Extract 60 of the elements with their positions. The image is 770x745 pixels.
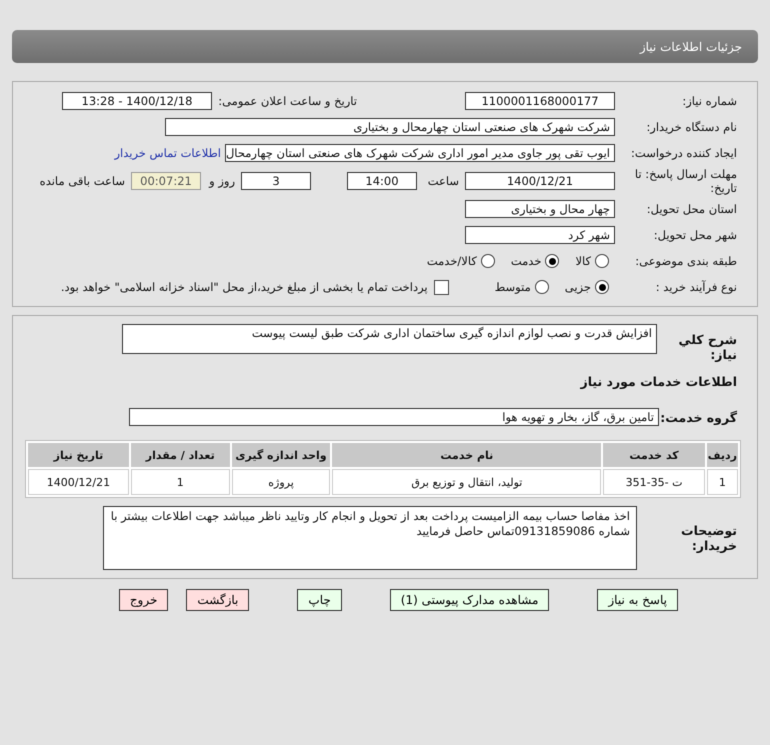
checkbox-label: پرداخت تمام یا بخشی از مبلغ خرید،از محل "اسناد خزانه اسلامی" خواهد بود. — [60, 280, 428, 294]
option-label: کالا/خدمت — [426, 254, 477, 268]
buyer-field: شرکت شهرک های صنعتی استان چهارمحال و بختیاری — [165, 118, 615, 136]
table-cell: 1400/12/21 — [28, 469, 129, 495]
field-label: گروه خدمت: — [659, 410, 738, 424]
table-cell: تولید، انتقال و توزیع برق — [332, 469, 602, 495]
field-label: ایجاد کننده درخواست: — [630, 146, 738, 160]
announce-date-field: 1400/12/18 - 13:28 — [62, 92, 212, 110]
need-number-field: 1100001168000177 — [465, 92, 615, 110]
column-header: کد خدمت — [603, 443, 705, 467]
section-title: اطلاعات خدمات مورد نیاز — [580, 374, 738, 388]
field-label: نوع فرآیند خرید : — [654, 280, 738, 294]
description-field: افزایش قدرت و نصب لوازم اندازه گیری ساختمان اداری شرکت طبق لیست پیوست — [122, 324, 657, 354]
field-label: روز و — [208, 174, 236, 188]
deadline-date-field: 1400/12/21 — [465, 172, 615, 190]
radio-button[interactable] — [534, 280, 549, 294]
action-button[interactable]: خروج — [118, 589, 168, 611]
radio-button[interactable] — [480, 254, 495, 268]
field-label: مهلت ارسال پاسخ: تا تاریخ: — [634, 167, 738, 195]
radio-button[interactable] — [595, 280, 609, 294]
action-button[interactable]: پاسخ به نیاز — [597, 589, 678, 611]
payment-checkbox[interactable] — [434, 280, 449, 294]
buyer-notes-field: اخذ مفاصا حساب بیمه الزامیست پرداخت بعد از تحویل و انجام کار وتایید ناظر میباشد جهت اطلاعات بیشتر با شماره 09131859086تماس حاصل فرمایید — [103, 506, 637, 570]
radio-button[interactable] — [545, 254, 560, 268]
field-label: ساعت — [426, 174, 460, 188]
table-cell: ت -35-351 — [603, 469, 705, 495]
city-field: شهر کرد — [465, 226, 615, 244]
field-label: طبقه بندی موضوعی: — [634, 254, 738, 268]
field-label: شرح کلي نياز: — [678, 331, 738, 362]
field-label: شماره نیاز: — [681, 94, 738, 108]
field-label: تاریخ و ساعت اعلان عمومی: — [217, 94, 358, 108]
remaining-time-field: 00:07:21 — [131, 172, 201, 190]
table-cell: 1 — [706, 469, 738, 495]
buyer-contact-link[interactable]: اطلاعات تماس خریدار — [114, 146, 225, 160]
column-header: ردیف — [706, 443, 738, 467]
column-header: واحد اندازه گیری — [232, 443, 330, 467]
page-title: جزئیات اطلاعات نیاز — [640, 40, 742, 54]
action-button[interactable]: بازگشت — [186, 589, 250, 611]
table-cell: 1 — [130, 469, 230, 495]
field-label: نام دستگاه خریدار: — [645, 120, 738, 134]
service-group-field: تامین برق، گاز، بخار و تهویه هوا — [129, 408, 659, 426]
column-header: نام خدمت — [332, 443, 602, 467]
option-label: کالا — [575, 254, 591, 268]
option-label: خدمت — [510, 254, 542, 268]
field-label: ساعت باقی مانده — [38, 174, 126, 188]
option-label: متوسط — [494, 280, 531, 294]
field-label: توضیحات خریدار: — [680, 523, 738, 553]
requester-field: ایوب تقی پور جاوی مدیر امور اداری شرکت شهرک های صنعتی استان چهارمحال — [225, 144, 615, 162]
column-header: تعداد / مقدار — [130, 443, 230, 467]
action-button[interactable]: چاپ — [297, 589, 342, 611]
radio-button[interactable] — [595, 254, 609, 268]
deadline-time-field: 14:00 — [347, 172, 417, 190]
option-label: جزیی — [564, 280, 591, 294]
province-field: چهار محال و بختیاری — [465, 200, 615, 218]
action-button[interactable]: مشاهده مدارک پیوستی (1) — [390, 589, 550, 611]
days-field: 3 — [241, 172, 311, 190]
field-label: استان محل تحویل: — [646, 202, 738, 216]
field-label: شهر محل تحویل: — [652, 228, 738, 242]
table-cell: پروژه — [232, 469, 330, 495]
column-header: تاریخ نیاز — [28, 443, 129, 467]
